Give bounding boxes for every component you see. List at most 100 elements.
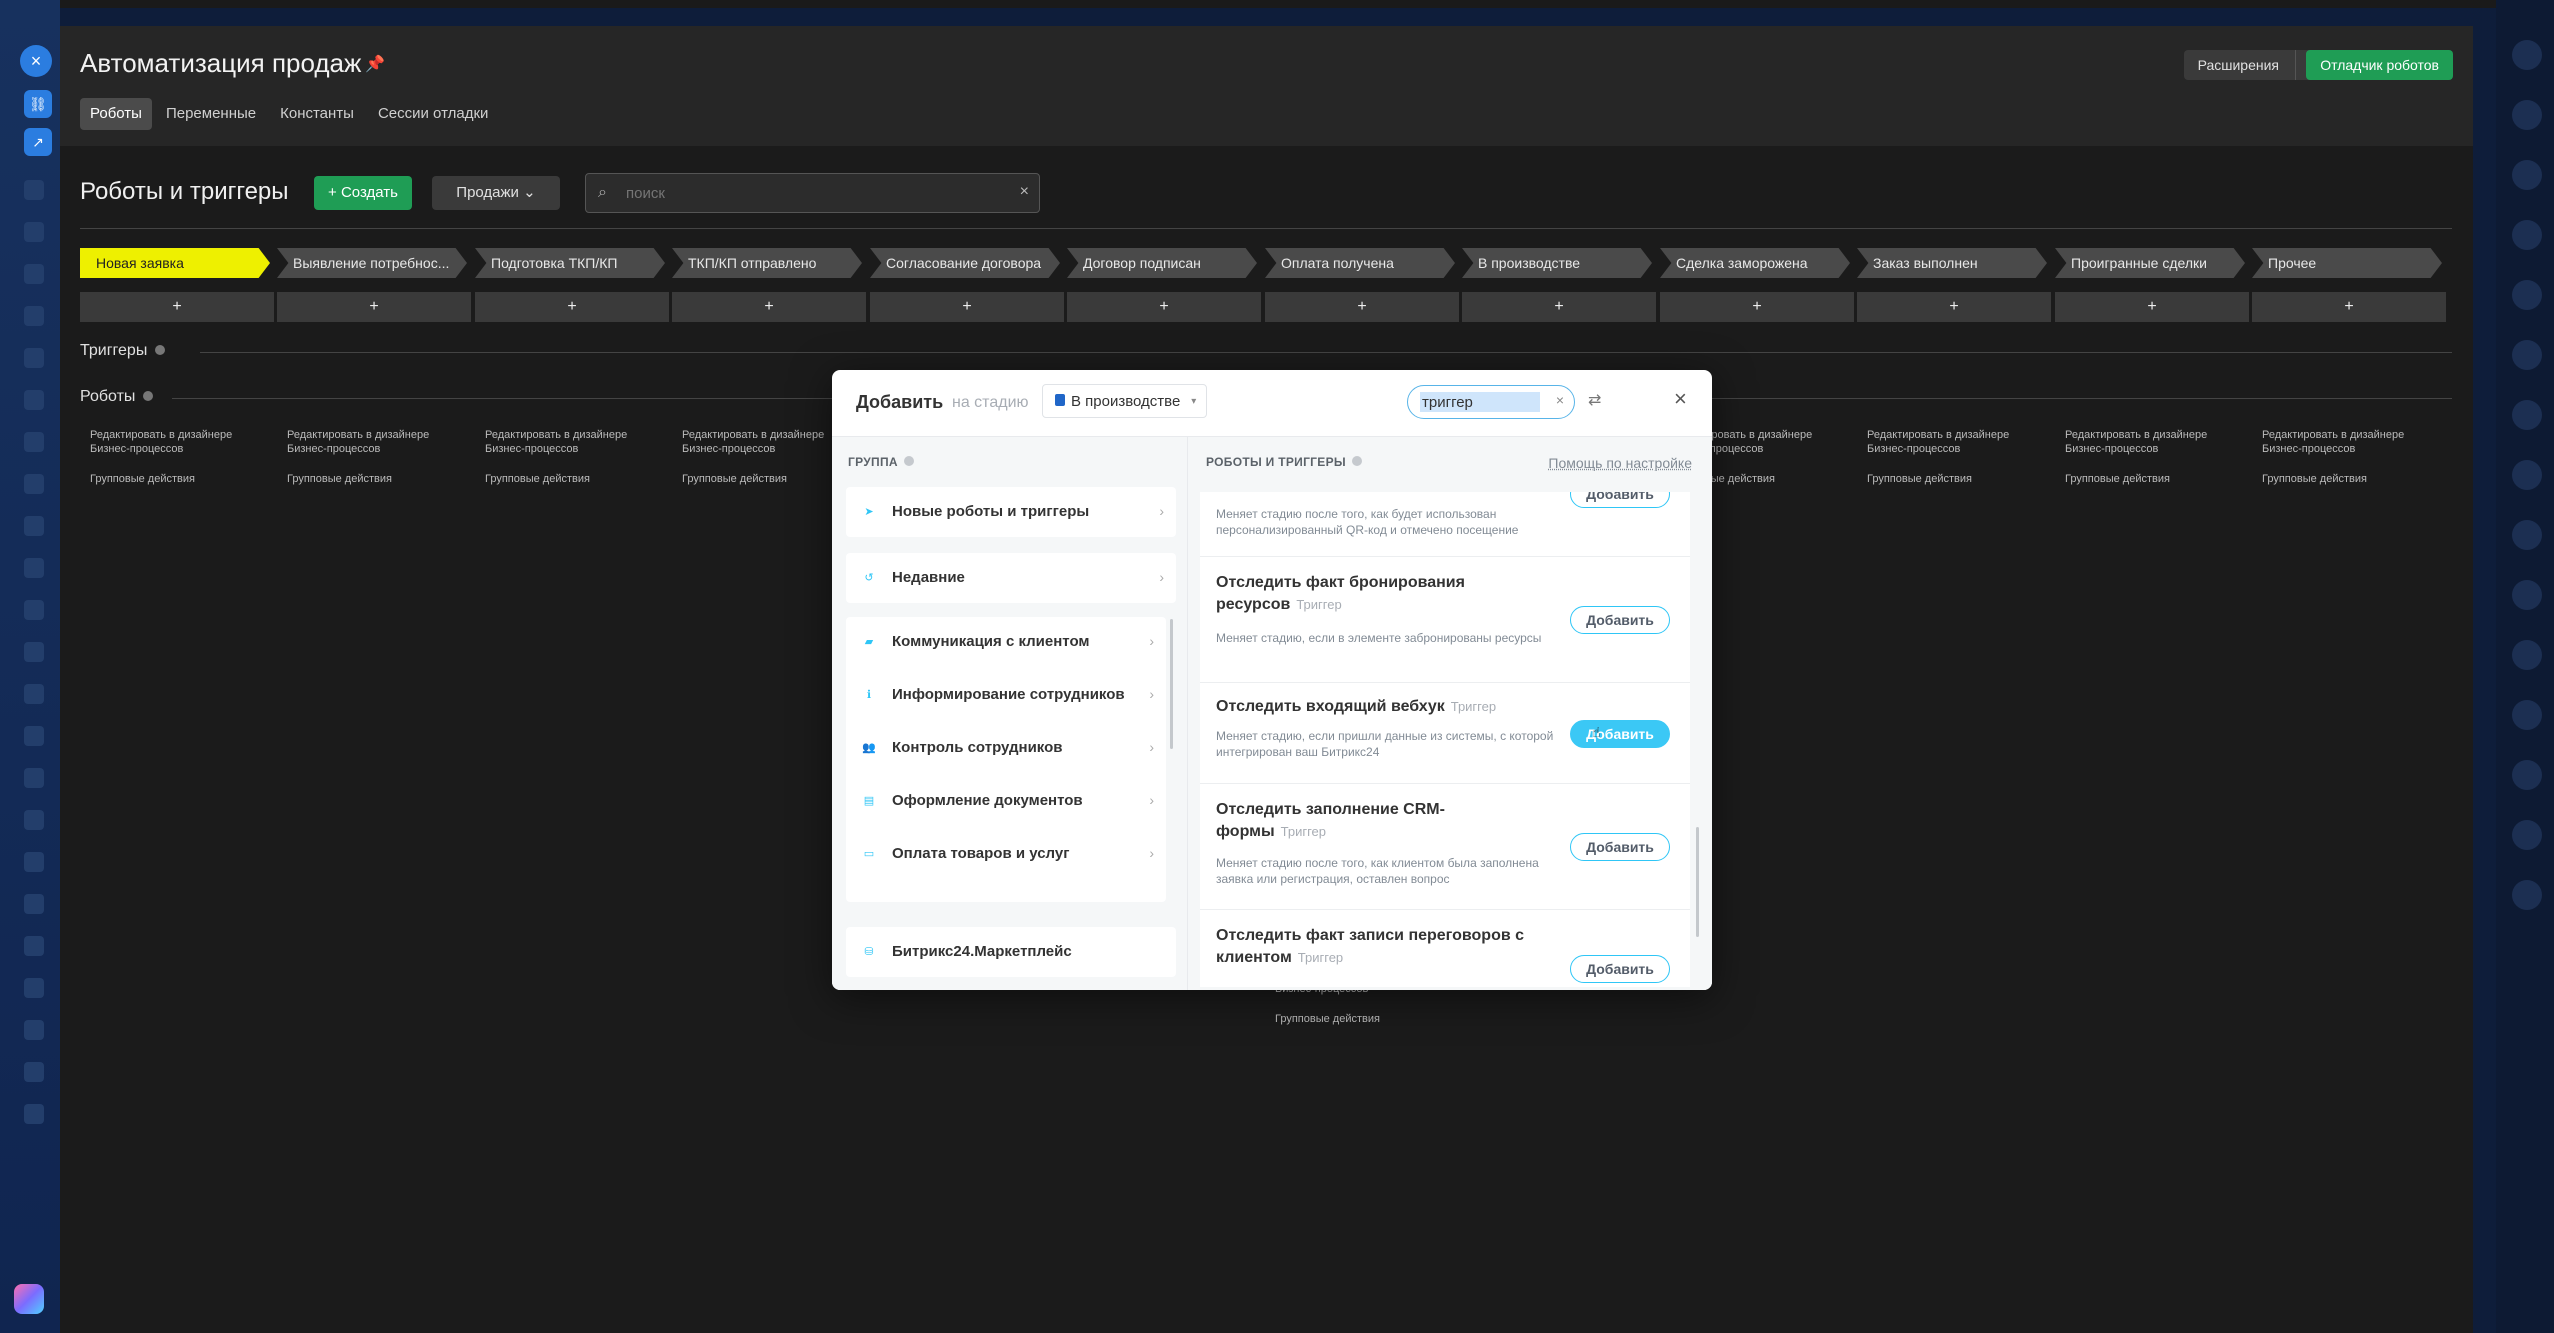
add-trigger-button[interactable]: + [80, 292, 274, 322]
clear-icon[interactable]: × [1556, 392, 1564, 408]
menu-item-icon[interactable] [24, 558, 44, 578]
group-actions-link[interactable]: Групповые действия [90, 472, 255, 486]
edit-in-designer-link[interactable]: Редактировать в дизайнере Бизнес-процесс… [90, 428, 255, 456]
avatar[interactable] [2512, 880, 2542, 910]
avatar[interactable] [2512, 460, 2542, 490]
group-item-notify-employees[interactable]: ℹ Информирование сотрудников › [846, 670, 1166, 722]
menu-item-icon[interactable] [24, 348, 44, 368]
group-item-marketplace[interactable]: ⛁ Битрикс24.Маркетплейс [846, 927, 1176, 977]
help-icon[interactable] [143, 391, 154, 401]
avatar[interactable] [2512, 580, 2542, 610]
add-button[interactable]: Добавить [1570, 606, 1670, 634]
add-trigger-button[interactable]: + [1265, 292, 1459, 322]
close-slider-icon[interactable]: × [20, 45, 52, 77]
menu-item-icon[interactable] [24, 642, 44, 662]
stage-column-header[interactable]: Договор подписан [1067, 248, 1257, 278]
add-button[interactable]: Добавить [1570, 492, 1670, 508]
add-trigger-button[interactable]: + [475, 292, 669, 322]
help-icon[interactable] [155, 345, 166, 355]
group-actions-link[interactable]: Групповые действия [682, 472, 847, 486]
group-actions-link[interactable]: Групповые действия [1275, 1012, 1440, 1026]
robot-debugger-button[interactable]: Отладчик роботов [2306, 50, 2453, 80]
stage-column-header[interactable]: Выявление потребнос... [277, 248, 467, 278]
open-new-window-icon[interactable]: ↗ [24, 128, 52, 156]
group-scrollbar[interactable] [1170, 619, 1173, 749]
stage-column-header[interactable]: Согласование договора [870, 248, 1060, 278]
edit-in-designer-link[interactable]: Редактировать в дизайнере Бизнес-процесс… [287, 428, 452, 456]
tab-debug-sessions[interactable]: Сессии отладки [368, 98, 498, 130]
copilot-icon[interactable] [14, 1284, 44, 1314]
avatar[interactable] [2512, 820, 2542, 850]
add-trigger-button[interactable]: + [1067, 292, 1261, 322]
avatar[interactable] [2512, 640, 2542, 670]
avatar[interactable] [2512, 220, 2542, 250]
menu-item-icon[interactable] [24, 390, 44, 410]
search-input[interactable] [624, 182, 1004, 204]
link-icon[interactable]: ⛓ [24, 90, 52, 118]
filter-settings-icon[interactable]: ⇄ [1588, 390, 1601, 410]
menu-item-icon[interactable] [24, 264, 44, 284]
menu-item-icon[interactable] [24, 516, 44, 536]
menu-item-icon[interactable] [24, 222, 44, 242]
edit-in-designer-link[interactable]: Редактировать в дизайнере Бизнес-процесс… [1867, 428, 2032, 456]
dialog-search-input[interactable] [1420, 392, 1540, 412]
stage-column-header[interactable]: ТКП/КП отправлено [672, 248, 862, 278]
avatar[interactable] [2512, 100, 2542, 130]
group-item-employee-control[interactable]: 👥 Контроль сотрудников › [846, 723, 1166, 775]
menu-item-icon[interactable] [24, 600, 44, 620]
group-actions-link[interactable]: Групповые действия [485, 472, 650, 486]
menu-item-icon[interactable] [24, 768, 44, 788]
menu-item-icon[interactable] [24, 1020, 44, 1040]
avatar[interactable] [2512, 340, 2542, 370]
extensions-button[interactable]: Расширения ▾ [2183, 50, 2323, 80]
menu-item-icon[interactable] [24, 978, 44, 998]
group-item-documents[interactable]: ▤ Оформление документов › [846, 776, 1166, 828]
help-icon[interactable] [903, 456, 914, 466]
group-item-payment[interactable]: ▭ Оплата товаров и услуг › [846, 829, 1166, 881]
menu-item-icon[interactable] [24, 810, 44, 830]
stage-column-header[interactable]: Проигранные сделки [2055, 248, 2245, 278]
menu-item-icon[interactable] [24, 306, 44, 326]
menu-item-icon[interactable] [24, 936, 44, 956]
group-actions-link[interactable]: Групповые действия [287, 472, 452, 486]
menu-item-icon[interactable] [24, 684, 44, 704]
add-button[interactable]: Добавить [1570, 720, 1670, 748]
stage-column-header[interactable]: Оплата получена [1265, 248, 1455, 278]
add-trigger-button[interactable]: + [277, 292, 471, 322]
group-actions-link[interactable]: Групповые действия [1867, 472, 2032, 486]
help-icon[interactable] [1351, 456, 1362, 466]
tab-constants[interactable]: Константы [270, 98, 364, 130]
group-actions-link[interactable]: Групповые действия [2262, 472, 2427, 486]
menu-item-icon[interactable] [24, 1104, 44, 1124]
add-trigger-button[interactable]: + [1857, 292, 2051, 322]
stage-column-header[interactable]: Прочее [2252, 248, 2442, 278]
stage-column-header[interactable]: Новая заявка [80, 248, 270, 278]
group-item-recent[interactable]: ↺ Недавние › [846, 553, 1176, 603]
menu-item-icon[interactable] [24, 180, 44, 200]
add-button[interactable]: Добавить [1570, 833, 1670, 861]
dialog-search[interactable]: × [1407, 385, 1575, 419]
menu-item-icon[interactable] [24, 432, 44, 452]
avatar[interactable] [2512, 760, 2542, 790]
avatar[interactable] [2512, 520, 2542, 550]
pin-icon[interactable]: 📌 [365, 54, 385, 74]
stage-column-header[interactable]: Подготовка ТКП/КП [475, 248, 665, 278]
menu-item-icon[interactable] [24, 894, 44, 914]
add-button[interactable]: Добавить [1570, 955, 1670, 983]
add-trigger-button[interactable]: + [870, 292, 1064, 322]
stage-select[interactable]: В производстве ▾ [1042, 384, 1208, 418]
stage-column-header[interactable]: Сделка заморожена [1660, 248, 1850, 278]
create-button[interactable]: + Создать [314, 176, 412, 210]
avatar[interactable] [2512, 160, 2542, 190]
robot-search[interactable]: ⌕ × [585, 173, 1040, 213]
menu-item-icon[interactable] [24, 726, 44, 746]
setup-help-link[interactable]: Помощь по настройке [1548, 455, 1692, 471]
menu-item-icon[interactable] [24, 1062, 44, 1082]
group-item-new[interactable]: ➤ Новые роботы и триггеры › [846, 487, 1176, 537]
edit-in-designer-link[interactable]: Редактировать в дизайнере Бизнес-процесс… [2065, 428, 2230, 456]
add-trigger-button[interactable]: + [2055, 292, 2249, 322]
add-trigger-button[interactable]: + [1660, 292, 1854, 322]
funnel-select[interactable]: Продажи ⌄ [432, 176, 560, 210]
edit-in-designer-link[interactable]: Редактировать в дизайнере Бизнес-процесс… [2262, 428, 2427, 456]
group-item-communication[interactable]: ▰ Коммуникация с клиентом › [846, 617, 1166, 669]
